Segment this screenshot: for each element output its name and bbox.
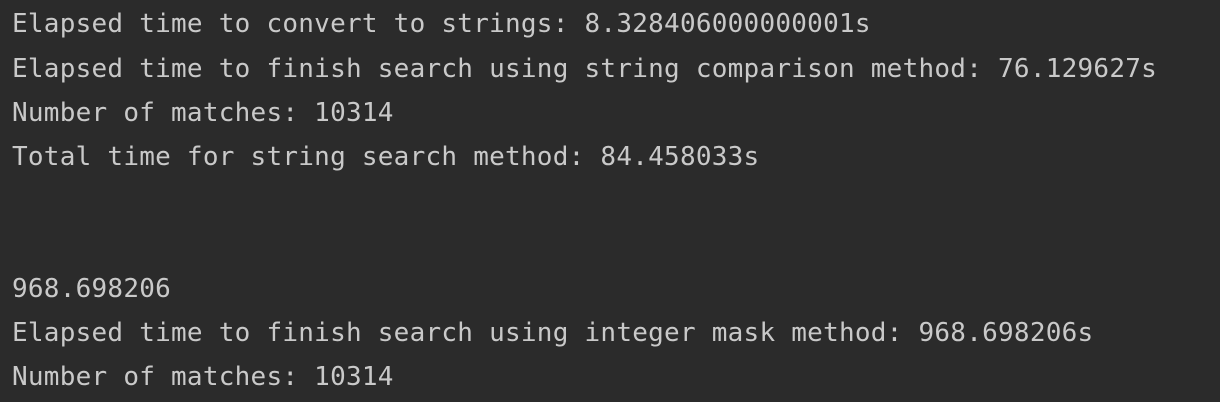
console-line-string-search-time: Elapsed time to finish search using stri… bbox=[12, 54, 1158, 84]
console-line-raw-value: 968.698206 bbox=[12, 274, 172, 304]
console-line-mask-search-time: Elapsed time to finish search using inte… bbox=[12, 318, 1094, 348]
console-line-mask-matches: Number of matches: 10314 bbox=[12, 362, 394, 392]
console-line-string-total-time: Total time for string search method: 84.… bbox=[12, 142, 760, 172]
console-line-string-matches: Number of matches: 10314 bbox=[12, 98, 394, 128]
console-output[interactable]: Elapsed time to convert to strings: 8.32… bbox=[0, 0, 1220, 402]
console-line-convert-time: Elapsed time to convert to strings: 8.32… bbox=[12, 9, 871, 39]
